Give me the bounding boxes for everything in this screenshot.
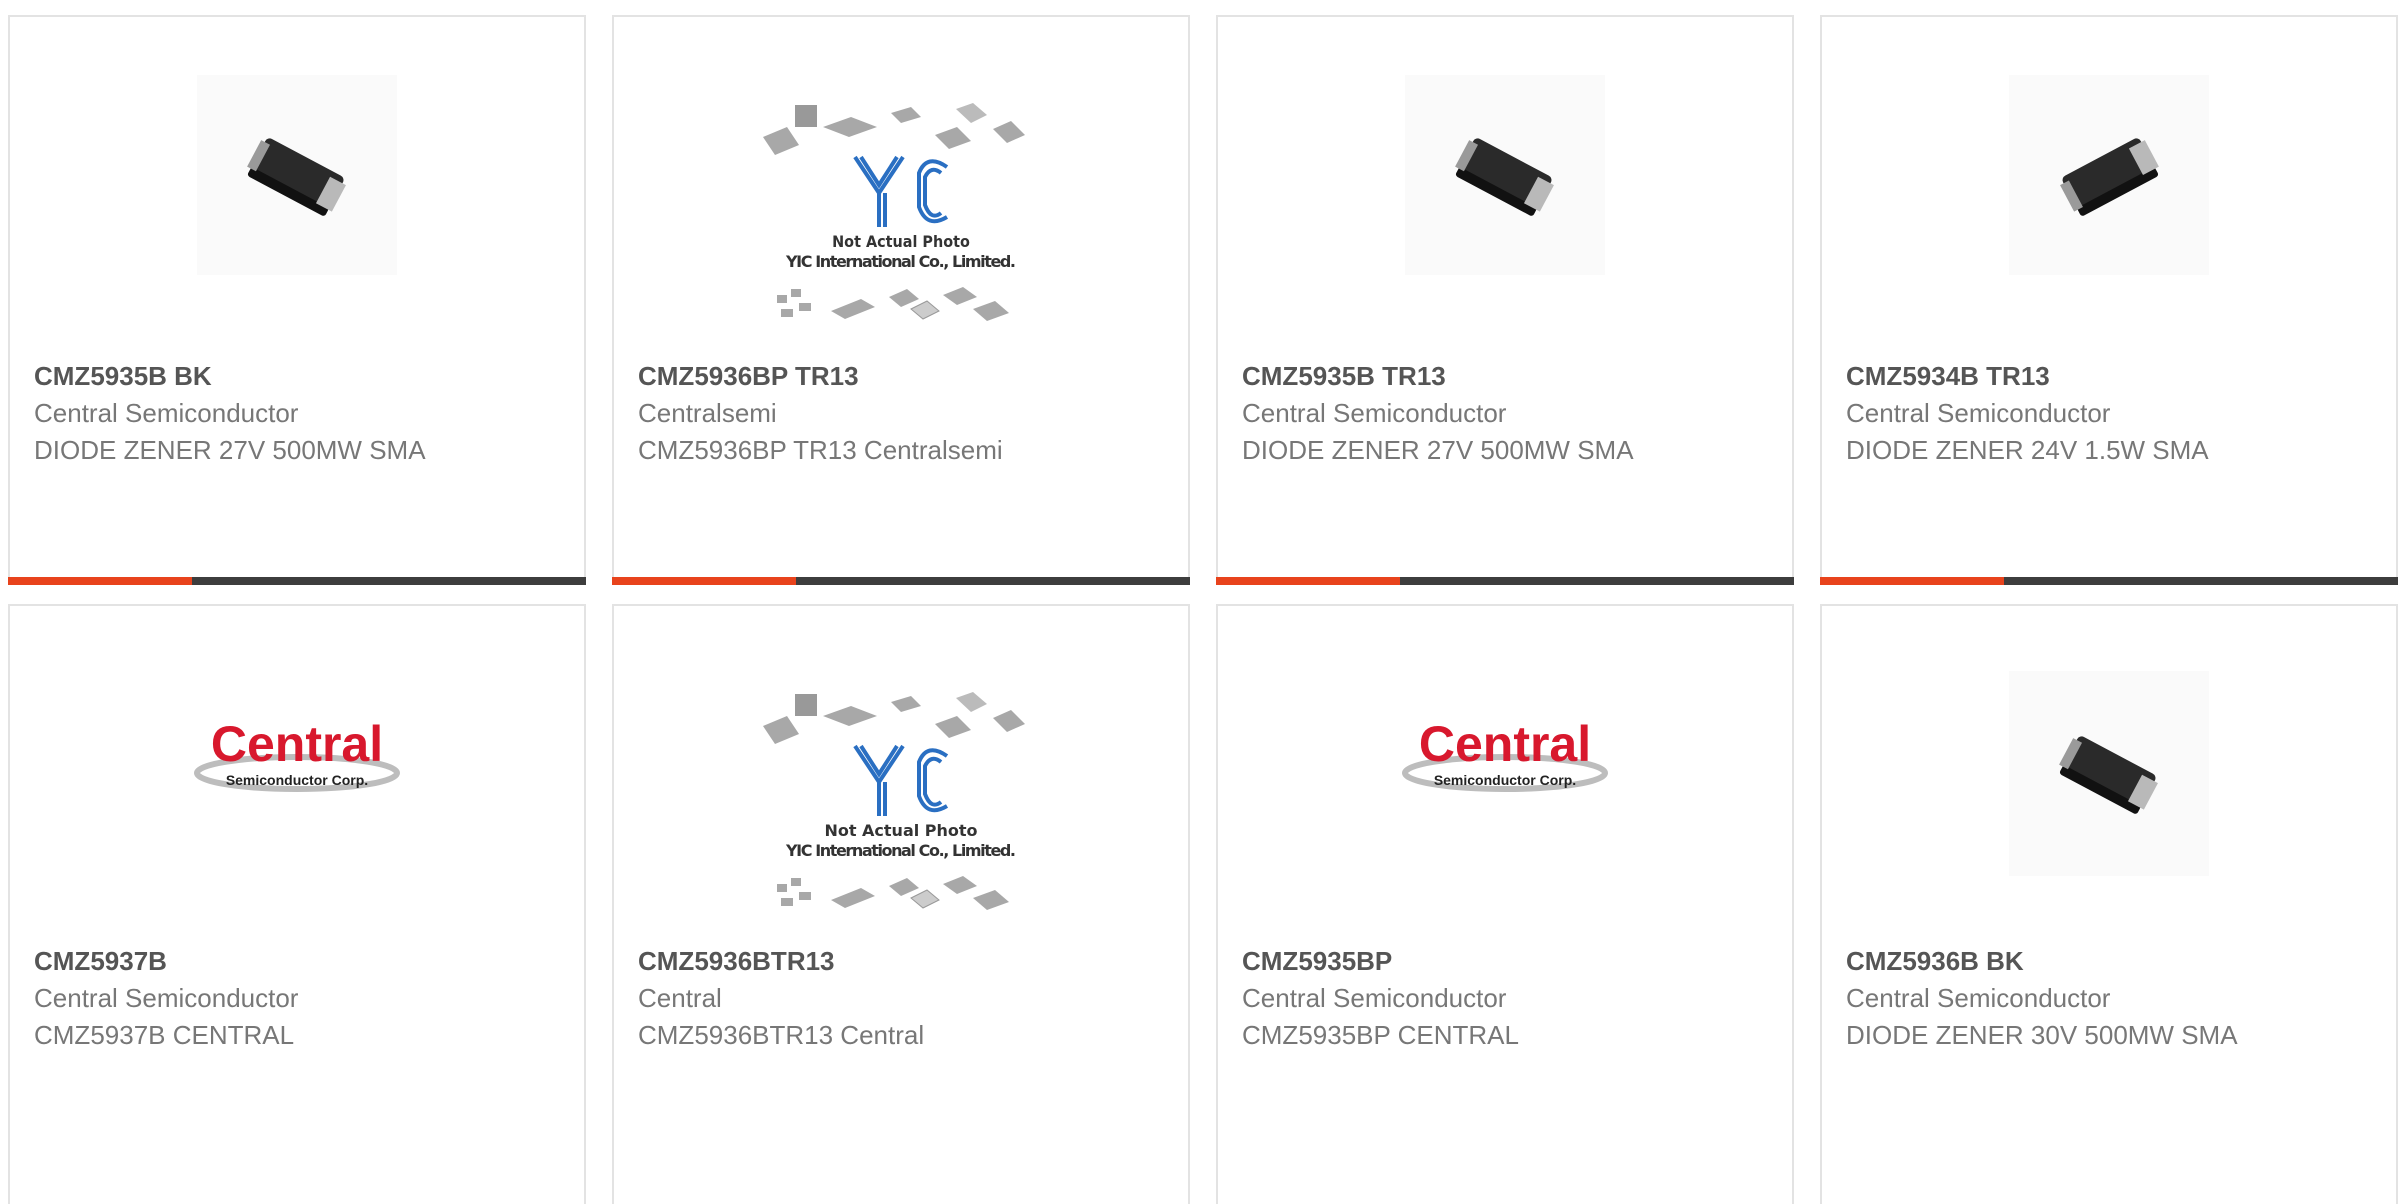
product-card[interactable]: Central Semiconductor Corp. CMZ5937B Cen…: [8, 604, 586, 1204]
diode-package-icon: [2009, 671, 2209, 876]
svg-text:Not Actual Photo: Not Actual Photo: [824, 821, 977, 840]
svg-text:Semiconductor Corp.: Semiconductor Corp.: [1434, 772, 1576, 788]
central-logo-icon: Central Semiconductor Corp.: [194, 716, 400, 792]
manufacturer: Central Semiconductor: [1846, 398, 2111, 428]
accent-segment: [1216, 577, 1400, 585]
description: DIODE ZENER 27V 500MW SMA: [1242, 435, 1634, 465]
bar-segment: [192, 577, 586, 585]
part-number[interactable]: CMZ5934B TR13: [1846, 357, 2376, 395]
card-bottom-bar: [612, 577, 1190, 585]
central-logo-icon: Central Semiconductor Corp.: [1402, 716, 1608, 792]
product-card[interactable]: CMZ5935B BK Central Semiconductor DIODE …: [8, 15, 586, 585]
product-card[interactable]: CMZ5935B TR13 Central Semiconductor DIOD…: [1216, 15, 1794, 585]
svg-text:Central: Central: [211, 716, 383, 772]
product-image[interactable]: [2009, 75, 2209, 275]
part-number[interactable]: CMZ5935BP: [1242, 942, 1772, 980]
product-info: CMZ5935BP Central Semiconductor CMZ5935B…: [1242, 942, 1772, 1054]
bar-segment: [2004, 577, 2398, 585]
svg-text:Not Actual Photo: Not Actual Photo: [832, 232, 970, 251]
part-number[interactable]: CMZ5936BP TR13: [638, 357, 1168, 395]
manufacturer: Central: [638, 983, 722, 1013]
product-image[interactable]: Not Actual Photo YIC International Co., …: [751, 686, 1051, 936]
part-number[interactable]: CMZ5937B: [34, 942, 564, 980]
accent-segment: [1820, 577, 2004, 585]
part-number[interactable]: CMZ5936B BK: [1846, 942, 2376, 980]
product-card[interactable]: Not Actual Photo YIC International Co., …: [612, 604, 1190, 1204]
manufacturer: Central Semiconductor: [34, 398, 299, 428]
product-card[interactable]: CMZ5934B TR13 Central Semiconductor DIOD…: [1820, 15, 2398, 585]
bar-segment: [796, 577, 1190, 585]
description: CMZ5937B CENTRAL: [34, 1020, 295, 1050]
yic-placeholder-icon: Not Actual Photo YIC International Co., …: [763, 692, 1025, 910]
part-number[interactable]: CMZ5935B TR13: [1242, 357, 1772, 395]
diode-package-icon: [197, 75, 397, 275]
product-grid: CMZ5935B BK Central Semiconductor DIODE …: [0, 0, 2400, 1204]
manufacturer: Central Semiconductor: [1242, 398, 1507, 428]
card-bottom-bar: [1820, 577, 2398, 585]
manufacturer: Central Semiconductor: [1846, 983, 2111, 1013]
diode-package-icon: [1405, 75, 1605, 275]
bar-segment: [1400, 577, 1794, 585]
product-image[interactable]: Not Actual Photo YIC International Co., …: [751, 97, 1051, 347]
product-card[interactable]: Central Semiconductor Corp. CMZ5935BP Ce…: [1216, 604, 1794, 1204]
svg-text:YIC International Co., Limited: YIC International Co., Limited.: [785, 841, 1016, 860]
card-bottom-bar: [1216, 577, 1794, 585]
svg-text:Central: Central: [1419, 716, 1591, 772]
manufacturer: Centralsemi: [638, 398, 777, 428]
product-info: CMZ5935B TR13 Central Semiconductor DIOD…: [1242, 357, 1772, 469]
svg-text:Semiconductor Corp.: Semiconductor Corp.: [226, 772, 368, 788]
description: CMZ5936BTR13 Central: [638, 1020, 925, 1050]
product-info: CMZ5934B TR13 Central Semiconductor DIOD…: [1846, 357, 2376, 469]
part-number[interactable]: CMZ5936BTR13: [638, 942, 1168, 980]
description: DIODE ZENER 27V 500MW SMA: [34, 435, 426, 465]
product-info: CMZ5936BTR13 Central CMZ5936BTR13 Centra…: [638, 942, 1168, 1054]
accent-segment: [8, 577, 192, 585]
description: DIODE ZENER 30V 500MW SMA: [1846, 1020, 2238, 1050]
product-image[interactable]: [2009, 671, 2209, 876]
product-card[interactable]: CMZ5936B BK Central Semiconductor DIODE …: [1820, 604, 2398, 1204]
product-image[interactable]: [197, 75, 397, 275]
product-info: CMZ5936B BK Central Semiconductor DIODE …: [1846, 942, 2376, 1054]
product-info: CMZ5937B Central Semiconductor CMZ5937B …: [34, 942, 564, 1054]
description: DIODE ZENER 24V 1.5W SMA: [1846, 435, 2209, 465]
accent-segment: [612, 577, 796, 585]
description: CMZ5936BP TR13 Centralsemi: [638, 435, 1003, 465]
manufacturer: Central Semiconductor: [34, 983, 299, 1013]
description: CMZ5935BP CENTRAL: [1242, 1020, 1519, 1050]
product-info: CMZ5936BP TR13 Centralsemi CMZ5936BP TR1…: [638, 357, 1168, 469]
yic-placeholder-icon: Not Actual Photo YIC International Co., …: [763, 103, 1025, 321]
svg-text:YIC International Co., Limited: YIC International Co., Limited.: [785, 252, 1016, 271]
diode-package-icon: [2009, 75, 2209, 275]
manufacturer: Central Semiconductor: [1242, 983, 1507, 1013]
product-card[interactable]: Not Actual Photo YIC International Co., …: [612, 15, 1190, 585]
product-image[interactable]: Central Semiconductor Corp.: [187, 701, 407, 811]
product-image[interactable]: Central Semiconductor Corp.: [1395, 701, 1615, 811]
part-number[interactable]: CMZ5935B BK: [34, 357, 564, 395]
card-bottom-bar: [8, 577, 586, 585]
product-info: CMZ5935B BK Central Semiconductor DIODE …: [34, 357, 564, 469]
product-image[interactable]: [1405, 75, 1605, 275]
